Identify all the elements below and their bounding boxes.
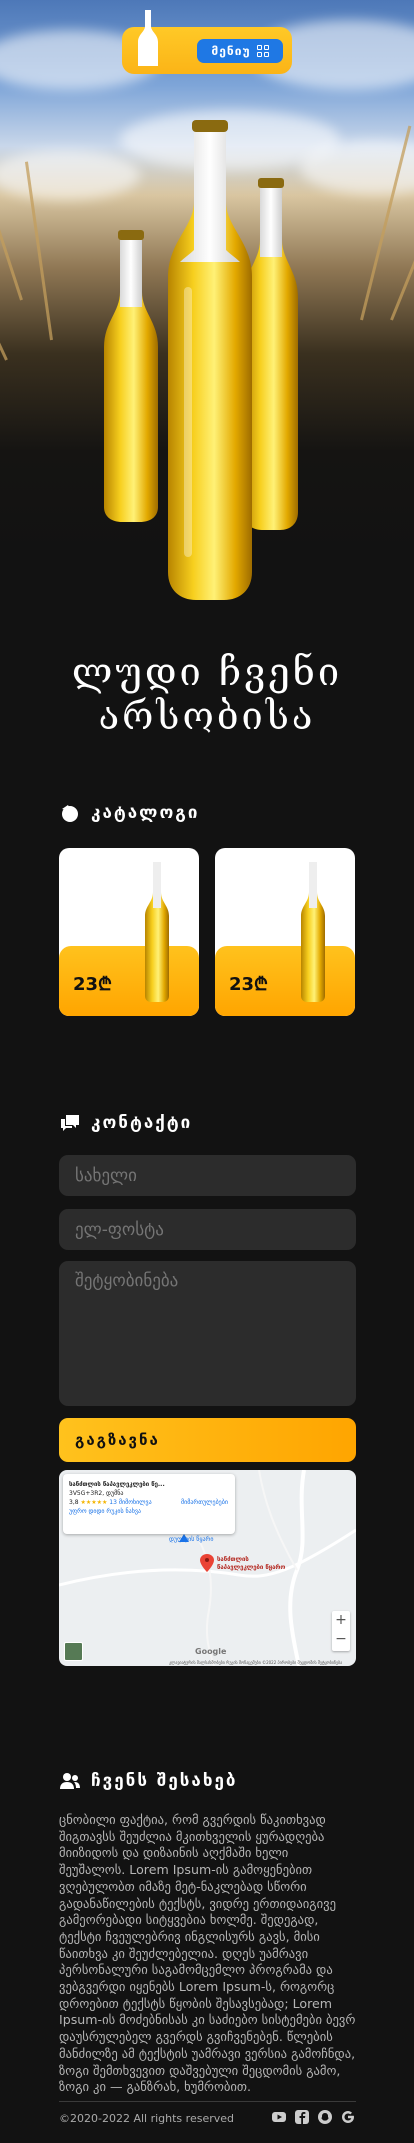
menu-label: მენიუ <box>211 44 251 58</box>
google-icon[interactable] <box>341 2110 355 2124</box>
card-price: 23₾ <box>229 974 268 995</box>
snapchat-icon[interactable] <box>318 2110 332 2124</box>
map-embed[interactable]: სანძთლის წაპავლეკლები წე... 3V5G+3R2, დუ… <box>59 1470 356 1666</box>
bottle-image <box>301 862 325 1002</box>
hero-banner: მენიუ <box>0 0 414 610</box>
map-place-card: სანძთლის წაპავლეკლები წე... 3V5G+3R2, დუ… <box>63 1474 235 1534</box>
youtube-icon[interactable] <box>272 2110 286 2124</box>
map-reviews[interactable]: 13 მიმოხილვა <box>109 1499 151 1506</box>
submit-button[interactable]: გაგზავნა <box>59 1418 356 1462</box>
hero-title: ლუდი ჩვენი არსობისა <box>71 650 343 738</box>
grid-icon <box>256 45 269 57</box>
rating-stars-icon: ★★★★★ <box>80 1499 108 1506</box>
contact-header: კონტაქტი <box>59 1113 192 1133</box>
map-zoom-control[interactable]: + − <box>332 1611 350 1651</box>
zoom-out-button[interactable]: − <box>332 1630 350 1649</box>
beer-bottle-icon[interactable] <box>136 10 160 66</box>
bottle-image <box>145 862 169 1002</box>
map-satellite-toggle[interactable] <box>64 1642 83 1661</box>
about-text: ცნობილი ფაქტია, რომ გვერდის წაკითხვად ში… <box>59 1812 356 2095</box>
menu-button[interactable]: მენიუ <box>197 39 283 63</box>
map-place-address: 3V5G+3R2, დუმნა <box>69 1490 124 1497</box>
card-price: 23₾ <box>73 974 112 995</box>
map-rating: 3,8 <box>69 1499 79 1506</box>
contact-title: კონტაქტი <box>91 1113 193 1133</box>
map-place-name: სანძთლის წაპავლეკლები წე... <box>69 1481 165 1488</box>
about-header: ჩვენს შესახებ <box>59 1771 238 1791</box>
map-attribution: კლავიატურის მალსახმობები რუკის მონაცემებ… <box>169 1660 343 1665</box>
chat-icon <box>61 1115 79 1131</box>
google-logo: Google <box>195 1647 227 1656</box>
map-pin-label: სანძთლის წაპავლეკლები წყარო <box>217 1556 286 1571</box>
about-title: ჩვენს შესახებ <box>91 1771 238 1791</box>
catalog-header: კატალოგი <box>59 803 199 823</box>
name-input[interactable] <box>59 1155 356 1196</box>
map-nearby-label: დუღლის წყარი <box>169 1536 214 1543</box>
map-larger-link[interactable]: უფრო დიდი რუკის ნახვა <box>69 1507 229 1516</box>
message-textarea[interactable] <box>59 1261 356 1406</box>
email-input[interactable] <box>59 1209 356 1250</box>
catalog-title: კატალოგი <box>91 803 200 823</box>
map-directions-link[interactable]: მიმართულებები <box>181 1498 228 1507</box>
catalog-card[interactable]: 23₾ <box>215 848 355 1016</box>
header-bar: მენიუ <box>122 10 292 74</box>
footer-divider <box>59 2101 356 2102</box>
people-icon <box>60 1773 80 1789</box>
facebook-icon[interactable] <box>295 2110 309 2124</box>
zoom-in-button[interactable]: + <box>332 1611 350 1630</box>
catalog-icon <box>62 805 78 822</box>
beer-bottles-image <box>104 120 298 600</box>
footer-copyright: ©2020-2022 All rights reserved <box>59 2112 234 2125</box>
social-links <box>272 2110 355 2124</box>
catalog-card[interactable]: 23₾ <box>59 848 199 1016</box>
